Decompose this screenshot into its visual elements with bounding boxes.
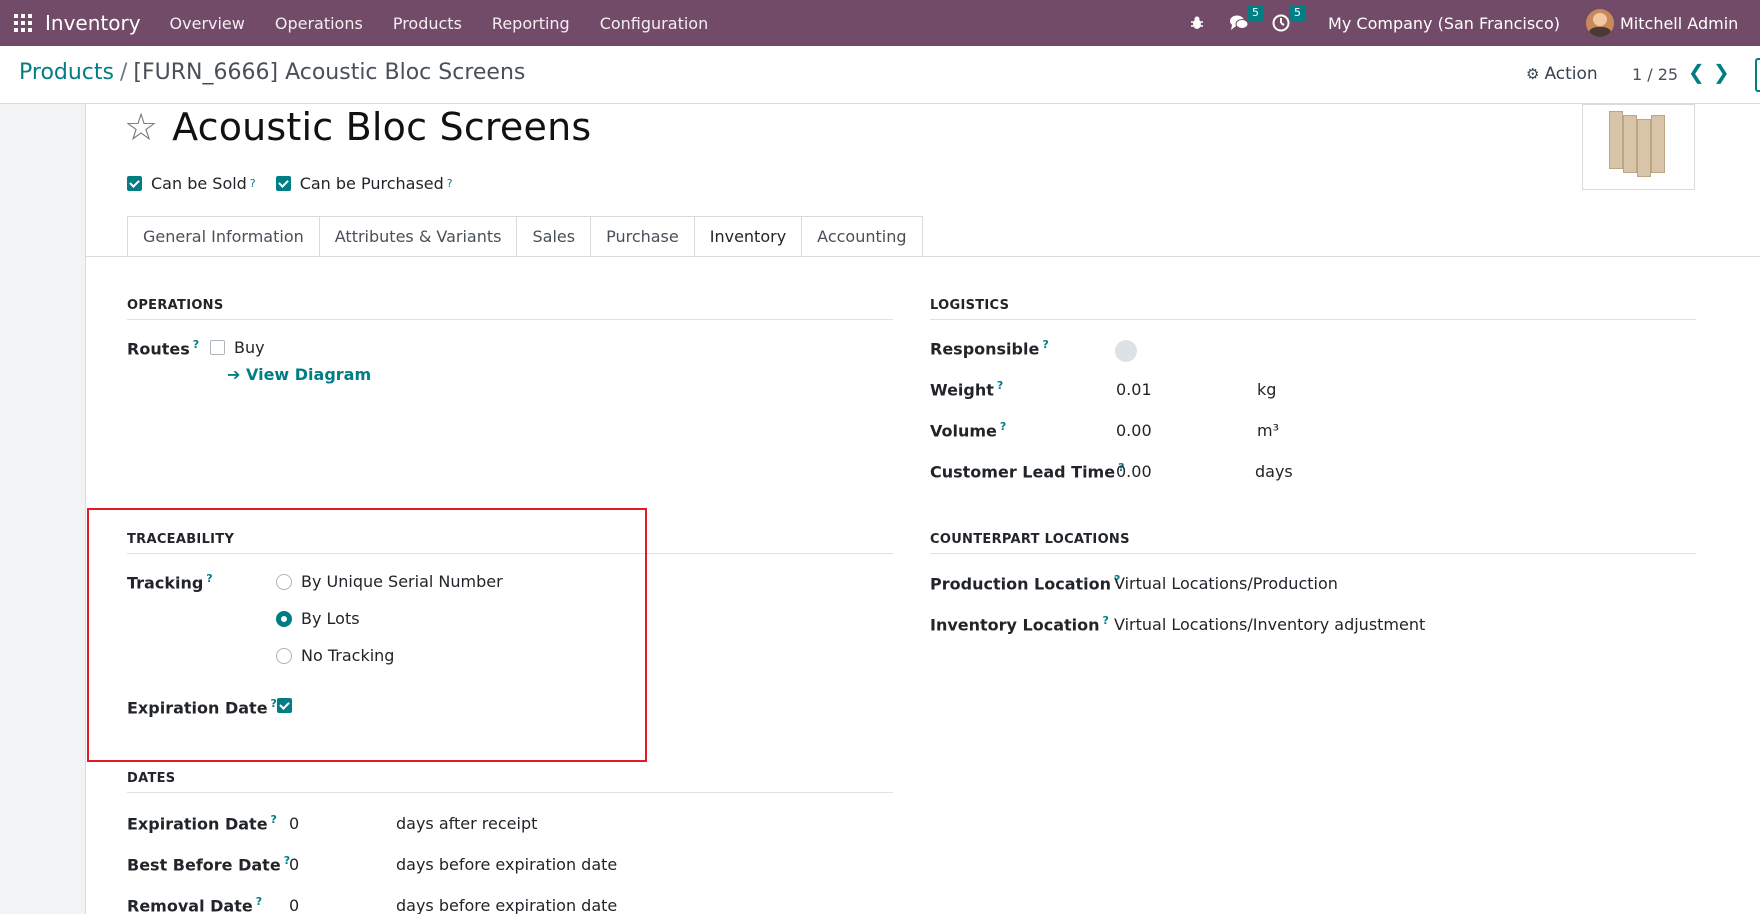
messages-badge: 5 [1247, 5, 1265, 21]
menu-reporting[interactable]: Reporting [477, 14, 585, 33]
volume-label: Volume? [930, 420, 1007, 441]
help-icon[interactable]: ? [1000, 420, 1006, 433]
pager-next-icon[interactable]: ❯ [1713, 60, 1730, 84]
app-name[interactable]: Inventory [45, 11, 141, 35]
action-label: Action [1544, 64, 1598, 84]
help-icon[interactable]: ? [271, 813, 277, 826]
favorite-star-icon[interactable]: ☆ [124, 108, 158, 146]
removal-date-unit: days before expiration date [396, 896, 618, 914]
user-menu[interactable]: Mitchell Admin [1586, 9, 1760, 37]
edge-button[interactable] [1755, 58, 1760, 92]
tab-sales[interactable]: Sales [516, 216, 591, 257]
section-divider [930, 553, 1696, 554]
removal-date-label: Removal Date? [127, 895, 263, 914]
breadcrumb-products-link[interactable]: Products [19, 60, 114, 85]
best-before-value[interactable]: 0 [289, 855, 299, 874]
can-be-purchased-checkbox[interactable] [275, 176, 291, 191]
route-buy: Buy [210, 338, 265, 357]
gear-icon: ⚙ [1526, 65, 1540, 83]
sale-purchase-checks: Can be Sold? Can be Purchased? [127, 174, 453, 193]
menu-products[interactable]: Products [378, 14, 477, 33]
traceability-highlight-box [87, 508, 647, 762]
action-button[interactable]: ⚙ Action [1526, 64, 1598, 84]
inventory-location-label: Inventory Location? [930, 614, 1109, 635]
tab-accounting[interactable]: Accounting [801, 216, 923, 257]
operations-title: OPERATIONS [127, 298, 224, 313]
product-name-field[interactable]: Acoustic Bloc Screens [172, 105, 591, 149]
activity-clock-icon[interactable]: 5 [1270, 5, 1307, 34]
can-be-sold-checkbox[interactable] [127, 176, 142, 191]
weight-value[interactable]: 0.01 [1116, 380, 1152, 399]
help-icon[interactable]: ? [250, 177, 256, 190]
breadcrumb-separator: / [120, 60, 128, 85]
tab-inventory[interactable]: Inventory [693, 216, 802, 257]
routes-label: Routes? [127, 338, 200, 359]
breadcrumb: Products / [FURN_6666] Acoustic Bloc Scree… [19, 60, 525, 85]
production-location-label: Production Location? [930, 573, 1121, 594]
removal-date-value[interactable]: 0 [289, 896, 299, 914]
debug-bug-icon[interactable] [1186, 12, 1208, 34]
weight-label: Weight? [930, 379, 1004, 400]
tab-purchase[interactable]: Purchase [590, 216, 694, 257]
responsible-label: Responsible? [930, 338, 1049, 359]
title-row: ☆ Acoustic Bloc Screens [124, 104, 591, 150]
best-before-unit: days before expiration date [396, 855, 618, 874]
control-panel: Products / [FURN_6666] Acoustic Bloc Scree… [0, 46, 1760, 104]
user-name: Mitchell Admin [1620, 13, 1739, 33]
lead-time-unit: days [1255, 462, 1293, 481]
responsible-avatar[interactable] [1115, 340, 1137, 362]
menu-configuration[interactable]: Configuration [585, 14, 724, 33]
dates-expiration-value[interactable]: 0 [289, 814, 299, 833]
tab-attributes-variants[interactable]: Attributes & Variants [318, 216, 517, 257]
volume-unit: m³ [1257, 421, 1279, 440]
logistics-title: LOGISTICS [930, 298, 1010, 313]
dates-title: DATES [127, 771, 176, 786]
route-buy-label: Buy [234, 338, 265, 357]
dates-expiration-label: Expiration Date? [127, 813, 277, 834]
company-switcher[interactable]: My Company (San Francisco) [1328, 14, 1560, 33]
view-diagram-link[interactable]: ➔ View Diagram [227, 365, 371, 384]
menu-overview[interactable]: Overview [155, 14, 260, 33]
section-divider [127, 792, 893, 793]
help-icon[interactable]: ? [256, 895, 262, 908]
menu-operations[interactable]: Operations [260, 14, 378, 33]
can-be-sold-label: Can be Sold [151, 174, 247, 193]
lead-time-value[interactable]: 0.00 [1116, 462, 1152, 481]
pager-prev-icon[interactable]: ❮ [1688, 60, 1705, 84]
app-grid-icon[interactable] [14, 14, 32, 32]
messages-icon[interactable]: 5 [1228, 5, 1265, 34]
volume-value[interactable]: 0.00 [1116, 421, 1152, 440]
best-before-label: Best Before Date? [127, 854, 291, 875]
tabs-divider [86, 256, 1760, 257]
arrow-right-icon: ➔ [227, 365, 246, 384]
help-icon[interactable]: ? [1042, 338, 1048, 351]
breadcrumb-current: [FURN_6666] Acoustic Bloc Screens [133, 60, 526, 85]
can-be-purchased-label: Can be Purchased [299, 174, 444, 193]
tab-general-information[interactable]: General Information [127, 216, 319, 257]
help-icon[interactable]: ? [193, 338, 199, 351]
top-navbar: Inventory Overview Operations Products R… [0, 0, 1760, 46]
help-icon[interactable]: ? [1103, 614, 1109, 627]
dates-expiration-unit: days after receipt [396, 814, 538, 833]
pager-value[interactable]: 1 / 25 [1632, 65, 1678, 84]
form-tabs: General Information Attributes & Variant… [127, 216, 923, 257]
production-location-value[interactable]: Virtual Locations/Production [1114, 574, 1338, 593]
avatar [1586, 9, 1614, 37]
activities-badge: 5 [1289, 5, 1307, 21]
section-divider [930, 319, 1696, 320]
inventory-location-value[interactable]: Virtual Locations/Inventory adjustment [1114, 615, 1425, 634]
route-buy-checkbox[interactable] [210, 340, 225, 355]
help-icon[interactable]: ? [447, 177, 453, 190]
product-image[interactable] [1582, 104, 1695, 190]
section-divider [127, 319, 893, 320]
counterpart-title: COUNTERPART LOCATIONS [930, 532, 1130, 547]
weight-unit: kg [1257, 380, 1277, 399]
lead-time-label: Customer Lead Time? [930, 461, 1125, 482]
help-icon[interactable]: ? [997, 379, 1003, 392]
